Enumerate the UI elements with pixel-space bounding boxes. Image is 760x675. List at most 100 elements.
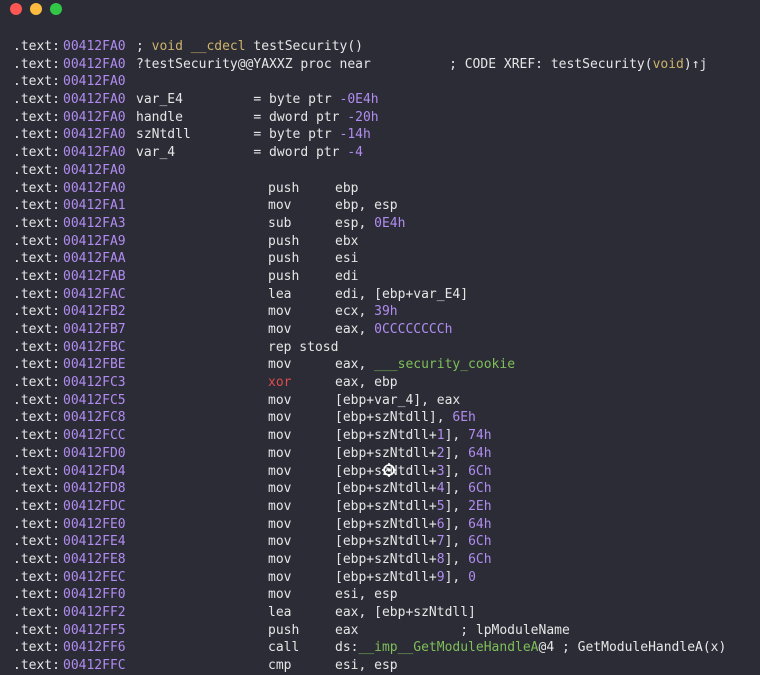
address: 00412FF2 [63, 605, 126, 620]
address: 00412FA0 [63, 109, 126, 125]
segment-label: .text: [13, 198, 60, 214]
address: 00412FA0 [63, 145, 126, 161]
address: 00412FAA [63, 251, 126, 267]
mnemonic: mov [268, 357, 292, 373]
operands: esi [335, 251, 359, 267]
segment-label: .text: [13, 622, 60, 638]
segment-label: .text: [13, 74, 60, 90]
title-bar [0, 0, 760, 20]
mnemonic: push [268, 180, 300, 196]
maximize-window-button[interactable] [50, 3, 62, 15]
mnemonic: mov [268, 587, 292, 603]
address: 00412FEC [63, 569, 126, 585]
address: 00412FA0 [63, 127, 126, 143]
operands: ebx [335, 233, 359, 249]
operands: eax, ebp [335, 375, 398, 391]
mnemonic: mov [268, 410, 292, 426]
operands: eax, [ebp+szNtdll] [335, 605, 476, 620]
disassembly-window: .text: 00412FA0; void __cdecl testSecurit… [0, 0, 760, 674]
address: 00412FAB [63, 268, 126, 284]
segment-label: .text: [13, 569, 60, 585]
mnemonic: mov [268, 322, 292, 337]
operands: ebp, esp [335, 198, 398, 214]
address: 00412FFC [63, 658, 126, 674]
segment-label: .text: [13, 498, 60, 514]
operands: ecx, 39h [335, 304, 398, 320]
operands: [ebp+szNtdll+2], 64h [335, 445, 492, 461]
segment-label: .text: [13, 445, 60, 461]
header-text: szNtdll = byte ptr -14h [136, 127, 371, 143]
mnemonic: rep stosd [268, 339, 339, 355]
operands: [ebp+szNtdll+3], 6Ch [335, 463, 492, 479]
segment-label: .text: [13, 339, 60, 355]
address: 00412FDC [63, 498, 126, 514]
operands: [ebp+szNtdll+9], 0 [335, 569, 476, 585]
segment-label: .text: [13, 109, 60, 125]
operands: esi, esp [335, 587, 398, 603]
address: 00412FA0 [63, 92, 126, 108]
mnemonic: push [268, 233, 300, 249]
segment-label: .text: [13, 233, 60, 249]
address: 00412FC5 [63, 392, 126, 408]
address: 00412FE4 [63, 534, 126, 550]
address: 00412FAC [63, 286, 126, 302]
address: 00412FA9 [63, 233, 126, 249]
segment-label: .text: [13, 304, 60, 320]
mnemonic: mov [268, 428, 292, 444]
segment-label: .text: [13, 410, 60, 426]
address: 00412FB2 [63, 304, 126, 320]
mnemonic: mov [268, 481, 292, 497]
operands: ds:__imp__GetModuleHandleA@4 ; GetModule… [335, 640, 727, 656]
operands: edi [335, 268, 359, 284]
operands: [ebp+szNtdll], 6Eh [335, 410, 476, 426]
mnemonic: mov [268, 198, 292, 214]
header-text: handle = dword ptr -20h [136, 109, 379, 125]
segment-label: .text: [13, 428, 60, 444]
mnemonic: lea [268, 286, 292, 302]
segment-label: .text: [13, 516, 60, 532]
segment-label: .text: [13, 92, 60, 108]
segment-label: .text: [13, 180, 60, 196]
operands: esi, esp [335, 658, 398, 674]
address: 00412FB7 [63, 322, 126, 337]
mnemonic: sub [268, 215, 292, 231]
operands: eax ; lpModuleName [335, 622, 570, 638]
mnemonic: push [268, 268, 300, 284]
segment-label: .text: [13, 481, 60, 497]
mnemonic: push [268, 251, 300, 267]
mnemonic: call [268, 640, 300, 656]
segment-label: .text: [13, 463, 60, 479]
segment-label: .text: [13, 375, 60, 391]
address: 00412FD0 [63, 445, 126, 461]
segment-label: .text: [13, 162, 60, 178]
mnemonic: mov [268, 498, 292, 514]
address: 00412FA0 [63, 39, 126, 54]
mnemonic: mov [268, 463, 292, 479]
operands: [ebp+szNtdll+1], 74h [335, 428, 492, 444]
mnemonic: mov [268, 445, 292, 461]
address: 00412FF5 [63, 622, 126, 638]
operands: [ebp+var_4], eax [335, 392, 461, 408]
mnemonic: cmp [268, 658, 292, 674]
segment-label: .text: [13, 357, 60, 373]
address: 00412FE8 [63, 551, 126, 567]
segment-label: .text: [13, 534, 60, 550]
address: 00412FD8 [63, 481, 126, 497]
operands: eax, ___security_cookie [335, 357, 516, 373]
mnemonic: push [268, 622, 300, 638]
segment-label: .text: [13, 587, 60, 603]
segment-label: .text: [13, 56, 60, 72]
address: 00412FBE [63, 357, 126, 373]
mnemonic: mov [268, 516, 292, 532]
address: 00412FBC [63, 339, 126, 355]
operands: [ebp+szNtdll+4], 6Ch [335, 481, 492, 497]
minimize-window-button[interactable] [30, 3, 42, 15]
address: 00412FE0 [63, 516, 126, 532]
address: 00412FF0 [63, 587, 126, 603]
segment-label: .text: [13, 658, 60, 674]
close-window-button[interactable] [10, 3, 22, 15]
header-text: var_4 = dword ptr -4 [136, 145, 363, 161]
mnemonic: xor [268, 375, 292, 391]
mnemonic: mov [268, 304, 292, 320]
operands: [ebp+szNtdll+6], 64h [335, 516, 492, 532]
